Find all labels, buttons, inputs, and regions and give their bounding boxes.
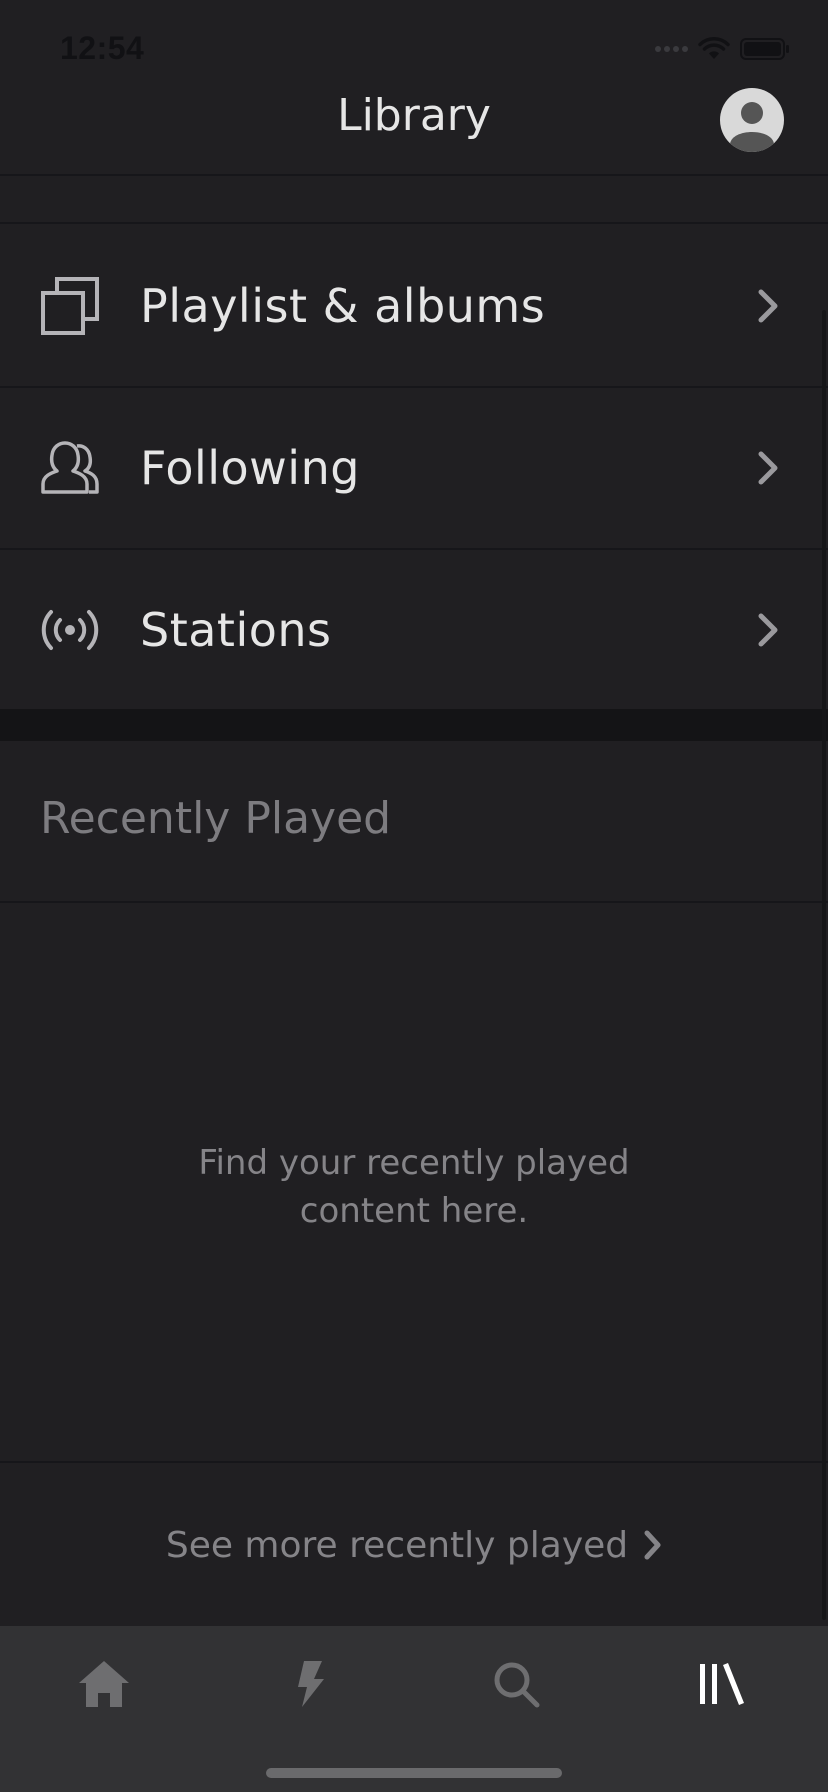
tab-library[interactable] <box>682 1652 762 1716</box>
see-more-label: See more recently played <box>165 1524 629 1566</box>
search-icon <box>494 1662 540 1708</box>
menu-item-playlists-albums[interactable]: Playlist & albums <box>0 226 828 388</box>
home-icon <box>79 1661 129 1707</box>
page-title: Library <box>337 90 491 141</box>
scroll-indicator <box>822 310 826 1620</box>
chevron-right-icon <box>754 448 782 488</box>
navigation-bar: Library <box>0 60 828 176</box>
section-title: Recently Played <box>40 793 392 844</box>
library-icon <box>700 1663 744 1705</box>
tab-bar <box>0 1626 828 1792</box>
recently-played-header: Recently Played <box>0 741 828 903</box>
battery-icon <box>740 38 789 60</box>
tab-for-you[interactable] <box>270 1652 350 1716</box>
library-menu: Playlist & albums Following Stations <box>0 226 828 712</box>
menu-item-label: Playlist & albums <box>140 279 546 333</box>
status-icons <box>655 36 790 62</box>
menu-item-following[interactable]: Following <box>0 388 828 550</box>
recently-played-empty-state: Find your recently played content here. <box>0 903 828 1463</box>
menu-item-label: Stations <box>140 603 332 657</box>
radio-broadcast-icon <box>38 598 102 662</box>
empty-state-message: Find your recently played content here. <box>198 1143 630 1231</box>
tab-home[interactable] <box>64 1652 144 1716</box>
cellular-signal-icon <box>655 46 688 52</box>
wifi-icon <box>698 37 730 59</box>
user-avatar-icon[interactable] <box>720 88 784 152</box>
menu-item-label: Following <box>140 441 360 495</box>
section-divider <box>0 709 828 741</box>
chevron-right-icon <box>754 286 782 326</box>
see-more-recently-played-button[interactable]: See more recently played <box>0 1465 828 1625</box>
chevron-right-icon <box>644 1530 661 1560</box>
menu-item-stations[interactable]: Stations <box>0 550 828 712</box>
lightning-icon <box>298 1661 324 1707</box>
stacked-squares-icon <box>38 274 102 338</box>
people-icon <box>38 436 102 500</box>
header-spacer <box>0 178 828 224</box>
tab-search[interactable] <box>476 1652 556 1716</box>
chevron-right-icon <box>754 610 782 650</box>
home-indicator <box>266 1768 562 1778</box>
